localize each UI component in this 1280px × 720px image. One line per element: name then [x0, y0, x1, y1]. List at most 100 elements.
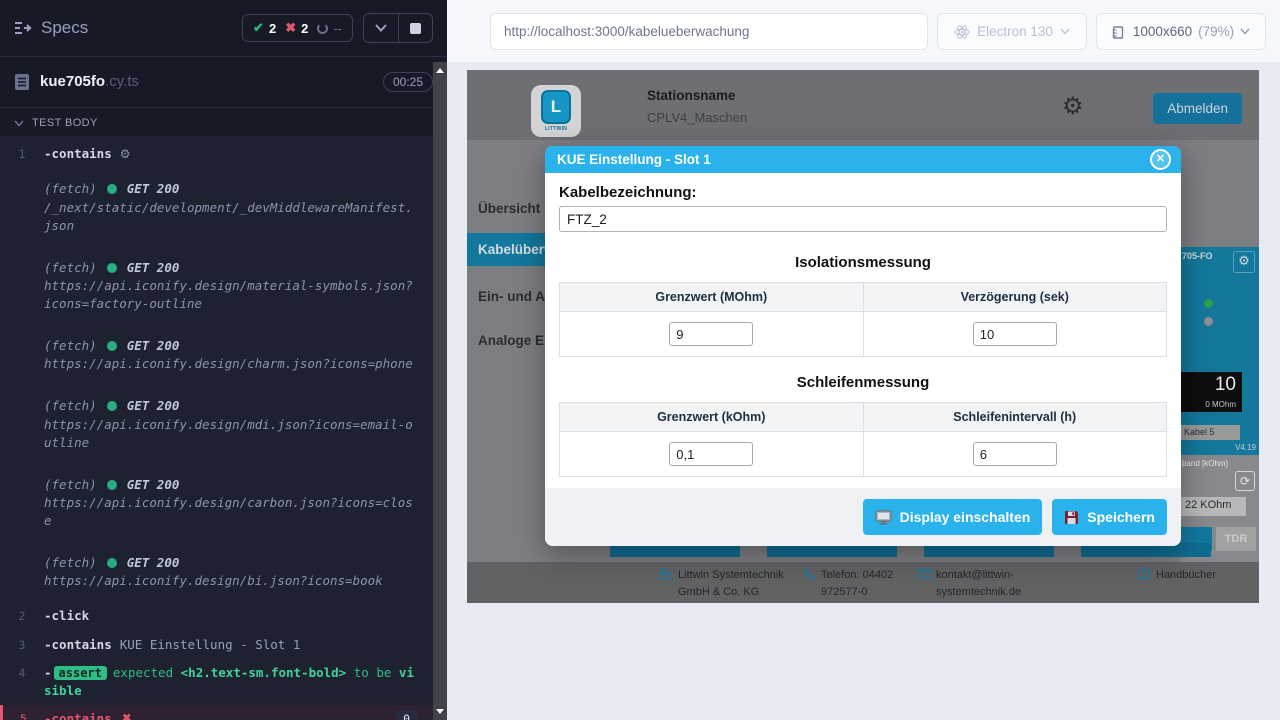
footer-phone: Telefon: 04402 972577-0 — [804, 567, 906, 600]
fetch-url: https://api.iconify.design/material-symb… — [44, 277, 417, 313]
loop-intervall-input[interactable] — [973, 442, 1057, 466]
gear-icon: ⚙ — [120, 147, 131, 161]
fetch-tag: (fetch) — [44, 397, 97, 415]
iso-grenzwert-input[interactable] — [669, 322, 753, 346]
collapse-button[interactable] — [364, 14, 398, 42]
loop-grenzwert-input[interactable] — [669, 442, 753, 466]
footer-manuals[interactable]: Handbücher — [1138, 567, 1216, 584]
iso-col-grenzwert: Grenzwert (MOhm) — [560, 283, 864, 312]
spec-duration-badge: 00:25 — [383, 72, 433, 92]
url-input[interactable] — [490, 13, 928, 50]
command-name: -contains — [44, 637, 112, 652]
resistance-label: band [kOhm] — [1182, 459, 1228, 468]
stop-icon — [410, 23, 421, 34]
spec-name: kue705fo.cy.ts — [40, 73, 139, 91]
log-row-click[interactable]: 2 -click — [0, 602, 433, 630]
app-header: L LITTWIN Stationsname CPLV4_Maschen ⚙ A… — [467, 70, 1259, 140]
refresh-icon[interactable]: ⟳ — [1235, 471, 1255, 491]
status-dot-icon — [107, 184, 117, 194]
tdr-button[interactable]: TDR — [1216, 527, 1256, 551]
isolation-table: Grenzwert (MOhm) Verzögerung (sek) — [559, 282, 1167, 357]
fetch-url: https://api.iconify.design/bi.json?icons… — [44, 572, 417, 590]
line-number: 2 — [0, 607, 44, 625]
log-row-fetch[interactable]: (fetch)GET 200 https://api.iconify.desig… — [0, 542, 433, 602]
fetch-status: GET 200 — [127, 337, 180, 355]
stat-passed: ✔ 2 — [253, 20, 276, 36]
stat-failed: ✖ 2 — [285, 20, 308, 36]
log-row-contains-3[interactable]: 3 -containsKUE Einstellung - Slot 1 — [0, 631, 433, 659]
stat-pending: -- — [317, 21, 342, 36]
line-number: 5 — [3, 710, 44, 720]
logout-button[interactable]: Abmelden — [1153, 93, 1242, 124]
modal-header: KUE Einstellung - Slot 1 ✕ — [545, 146, 1181, 173]
fetch-url: https://api.iconify.design/charm.json?ic… — [44, 355, 417, 373]
test-body-toggle[interactable]: TEST BODY — [0, 108, 447, 136]
chevron-down-icon — [1060, 28, 1070, 35]
save-button[interactable]: Speichern — [1052, 499, 1167, 535]
test-stats: ✔ 2 ✖ 2 -- — [242, 14, 353, 42]
status-dot-icon — [107, 263, 117, 273]
browser-select[interactable]: Electron 130 — [937, 13, 1087, 50]
stop-button[interactable] — [398, 14, 432, 42]
factory-icon — [660, 567, 673, 600]
cross-icon: ✖ — [285, 20, 296, 36]
aut-scrollbar[interactable] — [433, 62, 447, 720]
test-body-label: TEST BODY — [32, 117, 98, 129]
kue-card-title: 705-FO — [1182, 251, 1213, 261]
kue-card: 705-FO ⚙ 10 0 MOhm Kabel 5 V4.19 — [1180, 247, 1259, 455]
viewport-select[interactable]: 1000x660 (79%) — [1096, 13, 1266, 50]
scroll-up-icon[interactable] — [436, 68, 444, 73]
fetch-status: GET 200 — [127, 397, 180, 415]
resistance-value: 22 KOhm — [1180, 497, 1246, 516]
log-row-contains-1[interactable]: 1 -contains⚙ — [0, 140, 433, 168]
loop-section-title: Schleifenmessung — [559, 374, 1167, 391]
footer-company: Littwin Systemtechnik GmbH & Co. KG — [660, 567, 790, 600]
viewport-size: 1000x660 — [1133, 24, 1192, 39]
log-row-fetch[interactable]: (fetch)GET 200 https://api.iconify.desig… — [0, 464, 433, 542]
status-dot-icon — [107, 480, 117, 490]
log-row-fetch[interactable]: (fetch) GET 200 https://api.iconify.desig… — [0, 385, 433, 463]
led-green-icon — [1204, 299, 1213, 308]
iso-col-verzoegerung: Verzögerung (sek) — [863, 283, 1167, 312]
log-row-assert[interactable]: 4 -assertexpected <h2.text-sm.font-bold>… — [0, 659, 433, 706]
close-icon[interactable]: ✕ — [1150, 149, 1171, 170]
iso-verzoegerung-input[interactable] — [973, 322, 1057, 346]
log-row-fetch[interactable]: (fetch)GET 200 https://api.iconify.desig… — [0, 325, 433, 385]
spec-file-row[interactable]: kue705fo.cy.ts 00:25 — [0, 57, 447, 107]
pending-count: -- — [333, 21, 342, 36]
loop-col-intervall: Schleifenintervall (h) — [863, 403, 1167, 432]
specs-toggle[interactable]: Specs — [14, 18, 88, 38]
loop-table: Grenzwert (kOhm) Schleifenintervall (h) — [559, 402, 1167, 477]
fetch-status: GET 200 — [127, 259, 180, 277]
cypress-sidebar: Specs ✔ 2 ✖ 2 -- — [0, 0, 447, 720]
assert-badge: assert — [54, 666, 107, 680]
sidebar-header: Specs ✔ 2 ✖ 2 -- — [0, 0, 447, 56]
cable-name-input[interactable] — [559, 206, 1167, 232]
log-row-fetch[interactable]: (fetch)GET 200 /_next/static/development… — [0, 168, 433, 246]
log-row-contains-failed[interactable]: 5 -contains ✖ 0 — [0, 705, 433, 720]
fetch-url: https://api.iconify.design/mdi.json?icon… — [44, 416, 417, 452]
status-dot-icon — [107, 401, 117, 411]
fetch-status: GET 200 — [127, 180, 180, 198]
line-number: 1 — [0, 145, 44, 163]
led-gray-icon — [1204, 317, 1213, 326]
line-number: 3 — [0, 636, 44, 654]
scroll-down-icon[interactable] — [436, 709, 444, 714]
kabel-label: Kabel 5 — [1180, 425, 1240, 440]
runner-controls — [363, 13, 433, 43]
command-log: 1 -contains⚙ (fetch)GET 200 /_next/stati… — [0, 136, 433, 720]
settings-gear-icon[interactable]: ⚙ — [1062, 92, 1084, 120]
book-icon — [1138, 567, 1151, 584]
log-row-fetch[interactable]: (fetch)GET 200 https://api.iconify.desig… — [0, 247, 433, 325]
browser-label: Electron 130 — [977, 24, 1053, 39]
display-on-button[interactable]: Display einschalten — [863, 499, 1043, 535]
check-icon: ✔ — [253, 20, 264, 36]
ruler-icon — [1112, 24, 1127, 39]
status-dot-icon — [107, 558, 117, 568]
specs-label: Specs — [41, 18, 88, 38]
fetch-status: GET 200 — [127, 476, 180, 494]
card-gear-icon[interactable]: ⚙ — [1233, 251, 1255, 273]
passed-count: 2 — [269, 21, 276, 36]
littwin-logo: L LITTWIN — [531, 85, 581, 137]
assert-target: <h2.text-sm.font-bold> — [181, 665, 347, 680]
